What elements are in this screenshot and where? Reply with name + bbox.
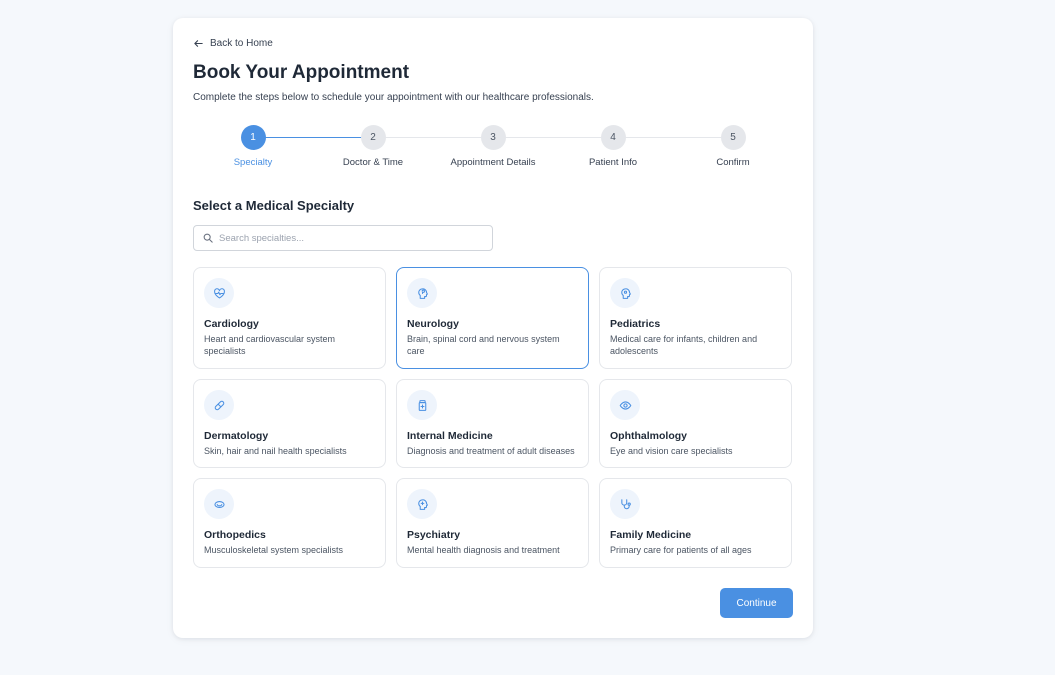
stethoscope-icon [620,498,631,509]
brain-icon [417,287,428,299]
step-label: Doctor & Time [342,157,404,168]
step-number: 3 [480,125,506,150]
step-appointment-details[interactable]: 3 Appointment Details [433,125,553,168]
progress-stepper: 1 Specialty 2 Doctor & Time 3 Appointmen… [193,125,793,175]
section-title: Select a Medical Specialty [193,198,355,213]
eye-icon [619,400,631,410]
step-number: 2 [360,125,386,150]
specialty-description: Primary care for patients of all ages [610,545,752,555]
brain-icon [417,498,428,510]
bone-icon [213,500,225,508]
step-number: 4 [600,125,626,150]
heart-pulse-icon [213,287,225,298]
specialty-name: Family Medicine [610,529,692,541]
step-label: Confirm [716,157,750,168]
step-patient-info[interactable]: 4 Patient Info [553,125,673,168]
specialty-card-orthopedics[interactable]: Orthopedics Musculoskeletal system speci… [193,478,386,568]
specialty-description: Medical care for infants, children and a… [610,334,758,356]
step-label: Patient Info [588,157,638,168]
specialty-description: Eye and vision care specialists [610,446,733,456]
page-subtitle: Complete the steps below to schedule you… [193,92,594,103]
specialty-description: Diagnosis and treatment of adult disease… [407,446,575,456]
specialty-name: Pediatrics [610,318,661,330]
booking-card: Back to Home Book Your Appointment Compl… [173,18,813,638]
specialty-card-internal-medicine[interactable]: Internal Medicine Diagnosis and treatmen… [396,379,589,468]
search-input[interactable] [219,232,479,244]
specialty-description: Skin, hair and nail health specialists [204,446,347,456]
step-number: 1 [240,125,266,150]
specialty-name: Psychiatry [407,529,461,541]
specialty-card-family-medicine[interactable]: Family Medicine Primary care for patient… [599,478,792,568]
baby-icon [620,287,631,299]
specialty-description: Brain, spinal cord and nervous system ca… [407,334,560,356]
specialty-name: Internal Medicine [407,430,493,442]
specialty-card-cardiology[interactable]: Cardiology Heart and cardiovascular syst… [193,267,386,369]
step-specialty[interactable]: 1 Specialty [193,125,313,168]
specialty-card-psychiatry[interactable]: Psychiatry Mental health diagnosis and t… [396,478,589,568]
specialty-name: Orthopedics [204,529,266,541]
specialty-card-dermatology[interactable]: Dermatology Skin, hair and nail health s… [193,379,386,468]
back-to-home-link[interactable]: Back to Home [193,38,273,49]
arrow-left-icon [194,40,203,47]
step-label: Specialty [233,157,273,168]
specialty-card-pediatrics[interactable]: Pediatrics Medical care for infants, chi… [599,267,792,369]
step-label: Appointment Details [450,157,536,168]
step-doctor-time[interactable]: 2 Doctor & Time [313,125,433,168]
specialty-card-ophthalmology[interactable]: Ophthalmology Eye and vision care specia… [599,379,792,468]
specialty-description: Musculoskeletal system specialists [204,545,344,555]
specialty-search[interactable] [193,225,493,251]
specialty-name: Cardiology [204,318,259,330]
step-confirm[interactable]: 5 Confirm [673,125,793,168]
specialty-name: Neurology [407,318,459,330]
specialty-name: Ophthalmology [610,430,687,442]
specialty-name: Dermatology [204,430,269,442]
search-icon [203,233,213,243]
back-link-label: Back to Home [210,38,273,49]
specialty-description: Mental health diagnosis and treatment [407,545,560,555]
bandage-icon [214,400,224,410]
page-title: Book Your Appointment [193,62,410,83]
step-number: 5 [720,125,746,150]
specialty-description: Heart and cardiovascular system speciali… [204,334,336,356]
medicine-bottle-icon [418,399,426,411]
continue-button[interactable]: Continue [720,588,793,618]
specialty-card-neurology[interactable]: Neurology Brain, spinal cord and nervous… [396,267,589,369]
